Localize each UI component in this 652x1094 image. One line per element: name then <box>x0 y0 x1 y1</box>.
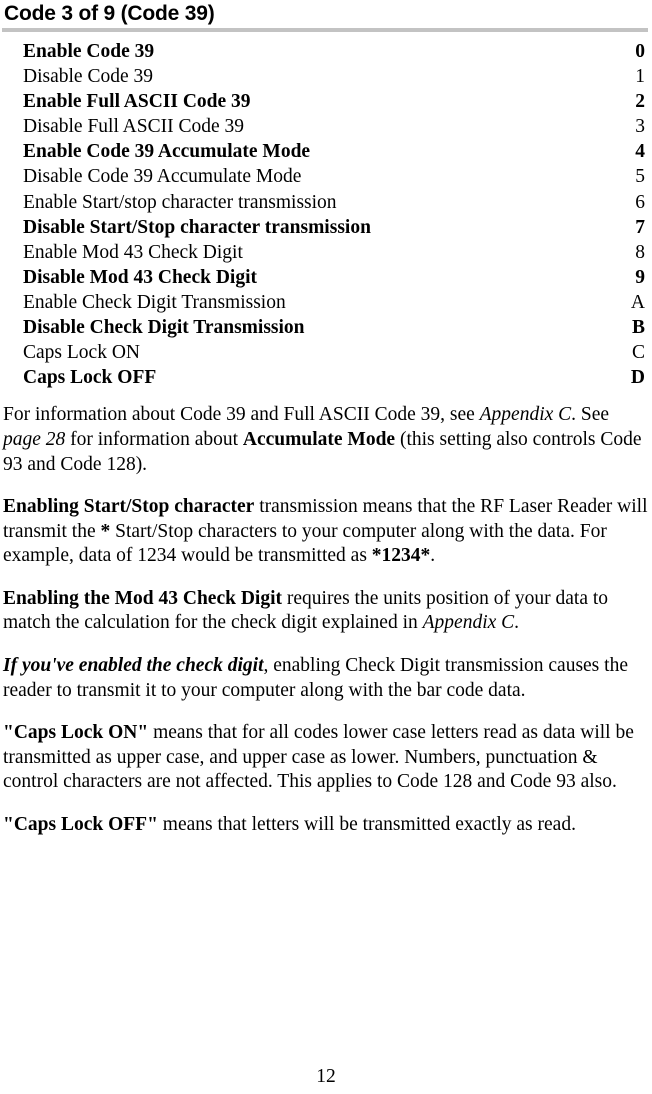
p1-seg3: . See <box>571 404 610 426</box>
option-label: Disable Code 39 Accumulate Mode <box>23 166 302 188</box>
barcode-option-list: Enable Code 39 0 Disable Code 39 1 Enable Fu… <box>2 39 650 390</box>
option-row[interactable]: Disable Start/Stop character transmissio… <box>2 215 650 240</box>
p1-appendix-c: Appendix C <box>479 404 572 426</box>
option-row[interactable]: Caps Lock OFF D <box>2 365 650 390</box>
paragraph-appendix-reference: For information about Code 39 and Full A… <box>2 403 650 477</box>
option-label: Disable Check Digit Transmission <box>23 317 305 339</box>
body-copy: For information about Code 39 and Full A… <box>2 403 650 837</box>
option-label: Enable Start/stop character transmission <box>23 191 337 213</box>
option-label: Disable Code 39 <box>23 66 153 88</box>
option-code: 4 <box>635 141 645 163</box>
document-page: Code 3 of 9 (Code 39) Enable Code 39 0 Dis… <box>0 1 652 1094</box>
option-label: Disable Mod 43 Check Digit <box>23 266 257 288</box>
p2-lead-in: Enabling Start/Stop character <box>3 496 255 518</box>
option-row[interactable]: Disable Check Digit Transmission B <box>2 315 650 340</box>
option-row[interactable]: Enable Mod 43 Check Digit 8 <box>2 240 650 265</box>
option-label: Enable Mod 43 Check Digit <box>23 241 243 263</box>
option-row[interactable]: Disable Mod 43 Check Digit 9 <box>2 265 650 290</box>
option-row[interactable]: Enable Full ASCII Code 39 2 <box>2 89 650 114</box>
p6-lead-in: "Caps Lock OFF" <box>3 814 158 836</box>
p5-lead-in: "Caps Lock ON" <box>3 722 149 744</box>
paragraph-caps-lock-on: "Caps Lock ON" means that for all codes … <box>2 721 650 795</box>
option-row[interactable]: Enable Start/stop character transmission… <box>2 190 650 215</box>
option-code: B <box>631 317 645 339</box>
p1-page-28: page 28 <box>3 428 66 450</box>
option-label: Caps Lock ON <box>23 342 140 364</box>
option-row[interactable]: Enable Check Digit Transmission A <box>2 290 650 315</box>
option-code: 5 <box>635 166 645 188</box>
p1-accumulate-mode: Accumulate Mode <box>242 428 396 450</box>
p2-seg6: . <box>430 545 436 567</box>
option-label: Enable Check Digit Transmission <box>23 291 286 313</box>
option-row[interactable]: Disable Code 39 1 <box>2 64 650 89</box>
p2-asterisk: * <box>100 520 111 542</box>
option-code: 1 <box>635 66 645 88</box>
option-code: A <box>630 291 645 313</box>
p4-lead-in: If you've enabled the check digit <box>3 655 264 677</box>
option-label: Disable Full ASCII Code 39 <box>23 116 245 138</box>
option-code: 9 <box>635 266 645 288</box>
p1-seg5: for information about <box>65 428 243 450</box>
paragraph-start-stop: Enabling Start/Stop character transmissi… <box>2 495 650 569</box>
option-code: 0 <box>635 41 645 62</box>
p3-lead-in: Enabling the Mod 43 Check Digit <box>3 587 282 609</box>
option-row[interactable]: Caps Lock ON C <box>2 340 650 365</box>
option-code: 2 <box>635 91 645 113</box>
option-label: Enable Code 39 Accumulate Mode <box>23 141 311 163</box>
option-row[interactable]: Disable Code 39 Accumulate Mode 5 <box>2 164 650 189</box>
paragraph-check-digit-transmission: If you've enabled the check digit, enabl… <box>2 654 650 703</box>
option-code: 6 <box>635 191 645 213</box>
p3-seg4: . <box>514 612 520 634</box>
option-code: 8 <box>635 241 645 263</box>
option-label: Caps Lock OFF <box>23 367 157 389</box>
option-row[interactable]: Disable Full ASCII Code 39 3 <box>2 114 650 139</box>
option-code: 7 <box>635 216 645 238</box>
p2-example-data: *1234* <box>371 545 431 567</box>
p3-appendix-c: Appendix C <box>422 612 515 634</box>
page-number: 12 <box>316 1066 336 1087</box>
title-divider <box>2 28 648 32</box>
page-title: Code 3 of 9 (Code 39) <box>4 2 215 25</box>
p1-seg1: For information about Code 39 and Full A… <box>3 404 480 426</box>
p6-seg2: means that letters will be transmitted e… <box>157 814 576 836</box>
option-label: Disable Start/Stop character transmissio… <box>23 216 371 238</box>
paragraph-mod43: Enabling the Mod 43 Check Digit requires… <box>2 587 650 636</box>
option-code: 3 <box>635 116 645 138</box>
option-label: Enable Full ASCII Code 39 <box>23 91 251 113</box>
paragraph-caps-lock-off: "Caps Lock OFF" means that letters will … <box>2 813 650 838</box>
option-row[interactable]: Enable Code 39 0 <box>2 39 650 64</box>
option-label: Enable Code 39 <box>23 41 155 62</box>
option-code: C <box>631 342 645 364</box>
option-code: D <box>630 367 645 389</box>
option-row[interactable]: Enable Code 39 Accumulate Mode 4 <box>2 139 650 164</box>
